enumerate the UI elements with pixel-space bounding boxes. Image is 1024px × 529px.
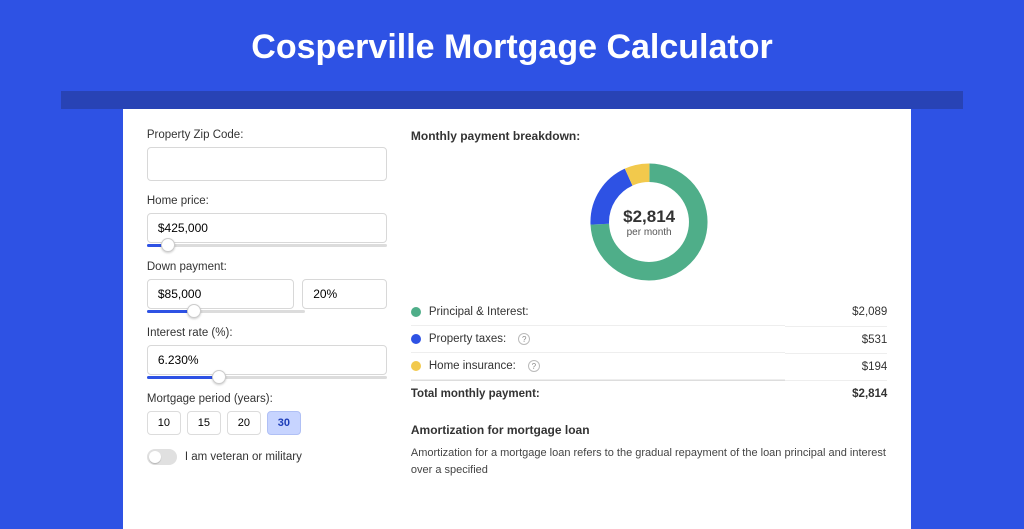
veteran-row: I am veteran or military [147,449,387,465]
breakdown-label-insurance: Home insurance: [429,360,516,372]
legend-dot-insurance [411,361,421,371]
breakdown-row-insurance: Home insurance: ? $194 [411,353,887,381]
mortgage-period-label: Mortgage period (years): [147,393,387,405]
donut-center-amount: $2,814 [623,207,675,227]
interest-rate-label: Interest rate (%): [147,327,387,339]
donut-chart: $2,814 per month [584,157,714,287]
down-payment-amount-input[interactable] [147,279,294,309]
breakdown-total-value: $2,814 [785,381,887,408]
breakdown-row-total: Total monthly payment: $2,814 [411,381,887,408]
breakdown-panel: Monthly payment breakdown: $2,814 per mo… [411,129,887,529]
home-price-slider[interactable] [147,244,387,247]
interest-rate-input[interactable] [147,345,387,375]
zip-input[interactable] [147,147,387,181]
mortgage-period-field: Mortgage period (years): 10 15 20 30 [147,393,387,435]
breakdown-value-taxes: $531 [785,326,887,353]
breakdown-row-taxes: Property taxes: ? $531 [411,326,887,353]
home-price-slider-knob[interactable] [161,238,175,252]
legend-dot-taxes [411,334,421,344]
period-option-20[interactable]: 20 [227,411,261,435]
zip-field: Property Zip Code: [147,129,387,181]
legend-dot-principal [411,307,421,317]
header-stripe [61,91,962,109]
breakdown-table: Principal & Interest: $2,089 Property ta… [411,299,887,407]
help-icon[interactable]: ? [528,360,540,372]
breakdown-value-insurance: $194 [785,353,887,381]
breakdown-heading: Monthly payment breakdown: [411,129,887,143]
breakdown-row-principal: Principal & Interest: $2,089 [411,299,887,326]
page-title: Cosperville Mortgage Calculator [0,0,1024,91]
down-payment-percent-input[interactable] [302,279,387,309]
down-payment-slider-knob[interactable] [187,304,201,318]
home-price-field: Home price: [147,195,387,247]
down-payment-field: Down payment: [147,261,387,313]
period-option-15[interactable]: 15 [187,411,221,435]
mortgage-period-options: 10 15 20 30 [147,411,387,435]
breakdown-label-principal: Principal & Interest: [429,306,529,318]
down-payment-slider[interactable] [147,310,305,313]
veteran-toggle[interactable] [147,449,177,465]
inputs-panel: Property Zip Code: Home price: Down paym… [147,129,387,529]
zip-label: Property Zip Code: [147,129,387,141]
period-option-30[interactable]: 30 [267,411,301,435]
calculator-card: Property Zip Code: Home price: Down paym… [123,109,911,529]
donut-center-sub: per month [627,227,672,238]
breakdown-value-principal: $2,089 [785,299,887,326]
donut-chart-wrap: $2,814 per month [411,149,887,299]
breakdown-total-label: Total monthly payment: [411,381,785,408]
donut-center: $2,814 per month [584,157,714,287]
veteran-label: I am veteran or military [185,451,302,463]
interest-rate-slider-knob[interactable] [212,370,226,384]
period-option-10[interactable]: 10 [147,411,181,435]
home-price-label: Home price: [147,195,387,207]
amortization-text: Amortization for a mortgage loan refers … [411,445,887,478]
help-icon[interactable]: ? [518,333,530,345]
down-payment-label: Down payment: [147,261,387,273]
veteran-toggle-knob [149,451,161,463]
interest-rate-field: Interest rate (%): [147,327,387,379]
breakdown-label-taxes: Property taxes: [429,333,506,345]
interest-rate-slider[interactable] [147,376,387,379]
amortization-heading: Amortization for mortgage loan [411,423,887,437]
interest-rate-slider-fill [147,376,219,379]
home-price-input[interactable] [147,213,387,243]
